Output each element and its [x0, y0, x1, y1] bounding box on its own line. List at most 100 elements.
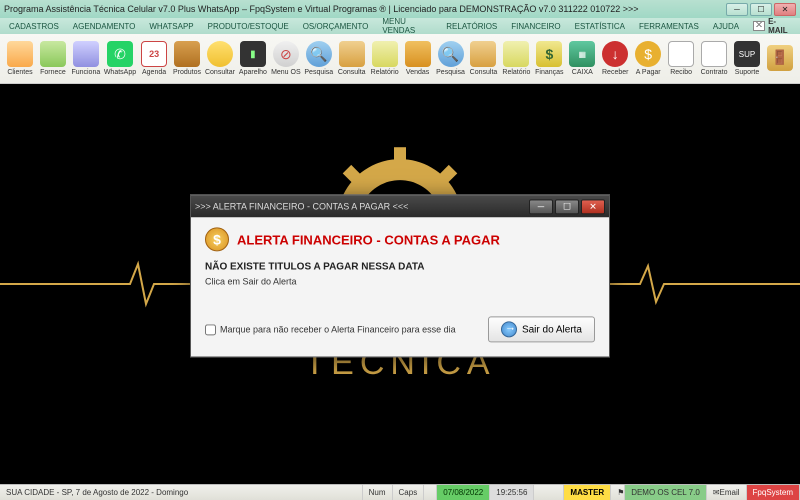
status-date: 07/08/2022: [437, 485, 490, 500]
menu-whatsapp[interactable]: WHATSAPP: [144, 22, 198, 31]
exit-alert-label: Sair do Alerta: [522, 324, 582, 335]
status-capslock: Caps: [393, 485, 425, 500]
toolbar-receber[interactable]: ↓Receber: [599, 36, 631, 82]
dialog-maximize-button[interactable]: ☐: [555, 199, 579, 214]
consulta-vendas-icon: [470, 41, 496, 67]
toolbar-whatsapp[interactable]: ✆WhatsApp: [103, 36, 137, 82]
toolbar-consulta-vendas[interactable]: Consulta: [468, 36, 500, 82]
fornecedores-icon: [40, 41, 66, 67]
dialog-minimize-button[interactable]: ─: [529, 199, 553, 214]
dialog-body: $ ALERTA FINANCEIRO - CONTAS A PAGAR NÃO…: [191, 217, 609, 356]
status-bar: SUA CIDADE - SP, 7 de Agosto de 2022 - D…: [0, 484, 800, 500]
dialog-subtext: Clica em Sair do Alerta: [205, 276, 595, 286]
menu-bar: CADASTROS AGENDAMENTOWHATSAPP PRODUTO/ESTO…: [0, 18, 800, 34]
exit-alert-button[interactable]: Sair do Alerta: [488, 316, 595, 342]
toolbar-fornecedores[interactable]: Fornece: [37, 36, 69, 82]
contrato-label: Contrato: [701, 69, 728, 76]
toolbar-aparelho[interactable]: ▮Aparelho: [237, 36, 269, 82]
menu-agendamento[interactable]: AGENDAMENTO: [68, 22, 141, 31]
toolbar-consulta-os[interactable]: Consulta: [336, 36, 368, 82]
suppress-alert-checkbox-wrap[interactable]: Marque para não receber o Alerta Finance…: [205, 324, 456, 335]
menu-menu-vendas[interactable]: MENU VENDAS: [377, 17, 437, 35]
pesquisa-vendas-label: Pesquisa: [436, 69, 465, 76]
toolbar-caixa[interactable]: ▦ CAIXA: [566, 36, 598, 82]
suporte-icon: SUP: [734, 41, 760, 67]
exit-icon: [501, 321, 517, 337]
status-email[interactable]: ✉ Email: [707, 485, 747, 500]
envelope-icon: [753, 21, 765, 31]
main-toolbar: Clientes Fornece Funciona✆WhatsApp23 Agenda…: [0, 34, 800, 84]
dialog-titlebar[interactable]: >>> ALERTA FINANCEIRO - CONTAS A PAGAR <…: [191, 195, 609, 217]
fornecedores-label: Fornece: [40, 69, 66, 76]
toolbar-financas[interactable]: $Finanças: [533, 36, 565, 82]
toolbar-suporte[interactable]: SUPSuporte: [731, 36, 763, 82]
clientes-icon: [7, 41, 33, 67]
alert-dialog: >>> ALERTA FINANCEIRO - CONTAS A PAGAR <…: [190, 194, 610, 357]
toolbar-consultar-produtos[interactable]: Consultar: [204, 36, 236, 82]
agenda-icon: 23: [141, 41, 167, 67]
toolbar-agenda[interactable]: 23 Agenda: [138, 36, 170, 82]
minimize-button[interactable]: ─: [726, 3, 748, 16]
menu-relatórios[interactable]: RELATÓRIOS: [441, 22, 502, 31]
toolbar-contrato[interactable]: Contrato: [698, 36, 730, 82]
toolbar-clientes[interactable]: Clientes: [4, 36, 36, 82]
dialog-title: >>> ALERTA FINANCEIRO - CONTAS A PAGAR <…: [195, 201, 529, 211]
dialog-heading: ALERTA FINANCEIRO - CONTAS A PAGAR: [237, 232, 500, 247]
menu-ajuda[interactable]: AJUDA: [708, 22, 744, 31]
workspace: ASSISTÊNCIA TÉCNICA >>> ALERTA FINANCEIR…: [0, 84, 800, 484]
toolbar-relatorio-vendas[interactable]: Relatório: [500, 36, 532, 82]
menu-os-orçamento[interactable]: OS/ORÇAMENTO: [298, 22, 374, 31]
menu-email[interactable]: E-MAIL: [748, 17, 796, 35]
menu-cadastros[interactable]: CADASTROS: [4, 22, 64, 31]
sair-icon: 🚪: [767, 45, 793, 71]
relatorio-vendas-label: Relatório: [502, 69, 530, 76]
relatorio-os-icon: [372, 41, 398, 67]
menu-ferramentas[interactable]: FERRAMENTAS: [634, 22, 704, 31]
menu-os-icon: ⊘: [273, 41, 299, 67]
suppress-alert-checkbox[interactable]: [205, 324, 216, 335]
financas-icon: $: [536, 41, 562, 67]
pesquisa-os-label: Pesquisa: [304, 69, 333, 76]
caixa-icon: ▦: [569, 41, 595, 67]
clientes-label: Clientes: [7, 69, 32, 76]
status-location: SUA CIDADE - SP, 7 de Agosto de 2022 - D…: [0, 485, 363, 500]
toolbar-pesquisa-vendas[interactable]: 🔍 Pesquisa: [435, 36, 467, 82]
produtos-label: Produtos: [173, 69, 201, 76]
a-pagar-label: A Pagar: [636, 69, 661, 76]
status-gap: [534, 485, 564, 500]
menu-produto-estoque[interactable]: PRODUTO/ESTOQUE: [203, 22, 294, 31]
toolbar-recibo[interactable]: Recibo: [665, 36, 697, 82]
recibo-label: Recibo: [670, 69, 692, 76]
pesquisa-os-icon: 🔍: [306, 41, 332, 67]
vendas-icon: [405, 41, 431, 67]
a-pagar-icon: $: [635, 41, 661, 67]
receber-icon: ↓: [602, 41, 628, 67]
toolbar-a-pagar[interactable]: $ A Pagar: [632, 36, 664, 82]
toolbar-produtos[interactable]: Produtos: [171, 36, 203, 82]
suppress-alert-label: Marque para não receber o Alerta Finance…: [220, 324, 456, 334]
window-controls: ─ ☐ ✕: [726, 3, 796, 16]
toolbar-funcionarios[interactable]: Funciona: [70, 36, 102, 82]
pesquisa-vendas-icon: 🔍: [438, 41, 464, 67]
alert-icon: $: [205, 227, 229, 251]
caixa-label: CAIXA: [572, 69, 593, 76]
whatsapp-icon: ✆: [107, 41, 133, 67]
close-button[interactable]: ✕: [774, 3, 796, 16]
toolbar-pesquisa-os[interactable]: 🔍 Pesquisa: [303, 36, 335, 82]
toolbar-sair[interactable]: 🚪: [764, 36, 796, 82]
menu-estatística[interactable]: ESTATÍSTICA: [570, 22, 630, 31]
dialog-message: NÃO EXISTE TITULOS A PAGAR NESSA DATA: [205, 261, 595, 272]
contrato-icon: [701, 41, 727, 67]
dialog-close-button[interactable]: ✕: [581, 199, 605, 214]
toolbar-vendas[interactable]: Vendas: [402, 36, 434, 82]
maximize-button[interactable]: ☐: [750, 3, 772, 16]
toolbar-menu-os[interactable]: ⊘ Menu OS: [270, 36, 302, 82]
produtos-icon: [174, 41, 200, 67]
consulta-os-label: Consulta: [338, 69, 366, 76]
toolbar-relatorio-os[interactable]: Relatório: [369, 36, 401, 82]
menu-financeiro[interactable]: FINANCEIRO: [506, 22, 565, 31]
status-numlock: Num: [363, 485, 393, 500]
menu-os-label: Menu OS: [271, 69, 301, 76]
agenda-label: Agenda: [142, 69, 166, 76]
recibo-icon: [668, 41, 694, 67]
